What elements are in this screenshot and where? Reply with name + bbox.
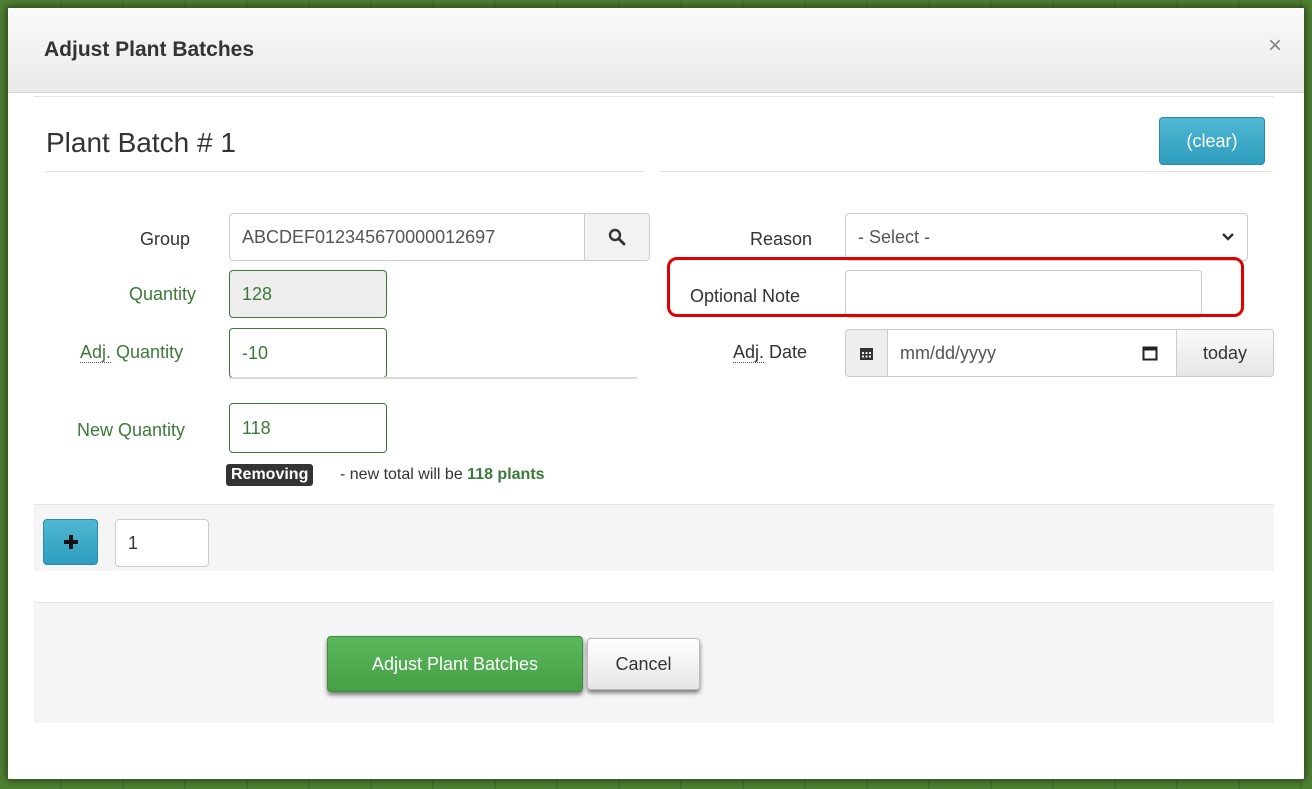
adj-date-abbr: Adj. xyxy=(733,342,765,363)
adj-quantity-value: -10 xyxy=(242,342,269,363)
group-search-button[interactable] xyxy=(584,213,650,261)
modal-header: Adjust Plant Batches × xyxy=(8,8,1304,93)
search-icon xyxy=(608,228,626,246)
adjust-plant-batches-button[interactable]: Adjust Plant Batches xyxy=(327,636,583,692)
adj-date-label: Adj. Date xyxy=(733,342,807,363)
cancel-button[interactable]: Cancel xyxy=(587,638,700,690)
new-total-help: - new total will be 118 plants xyxy=(340,466,545,484)
chevron-down-icon xyxy=(1222,233,1234,241)
highlight-box xyxy=(667,257,1244,317)
divider-left xyxy=(46,171,644,172)
adj-quantity-label-rest: Quantity xyxy=(111,342,184,362)
batch-count-value: 1 xyxy=(128,532,139,553)
date-picker-icon[interactable] xyxy=(1142,345,1158,361)
quantity-field: 128 xyxy=(229,270,387,318)
quantity-value: 128 xyxy=(242,283,273,304)
adj-quantity-input[interactable]: -10 xyxy=(229,328,387,378)
clear-button[interactable]: (clear) xyxy=(1159,117,1265,165)
calc-separator xyxy=(229,377,637,379)
group-input-value: ABCDEF012345670000012697 xyxy=(242,226,496,247)
adj-date-placeholder: mm/dd/yyyy xyxy=(900,342,997,363)
today-button[interactable]: today xyxy=(1176,329,1274,377)
reason-selected: - Select - xyxy=(858,226,931,247)
divider-right xyxy=(660,171,1272,172)
new-quantity-field: 118 xyxy=(229,403,387,453)
adj-quantity-label: Adj. Quantity xyxy=(80,342,183,363)
repeat-row xyxy=(34,504,1274,571)
group-label: Group xyxy=(140,229,191,249)
calendar-icon xyxy=(860,347,873,360)
removing-badge: Removing xyxy=(226,464,314,486)
add-batch-button[interactable] xyxy=(43,519,98,565)
batch-title: Plant Batch # 1 xyxy=(46,127,236,158)
modal-title: Adjust Plant Batches xyxy=(44,38,255,61)
adj-date-label-rest: Date xyxy=(764,342,808,362)
reason-select[interactable]: - Select - xyxy=(845,213,1248,261)
new-quantity-label: New Quantity xyxy=(77,420,186,440)
reason-label: Reason xyxy=(750,229,813,249)
adj-quantity-abbr: Adj. xyxy=(80,342,112,363)
date-addon xyxy=(845,329,888,377)
group-input[interactable]: ABCDEF012345670000012697 xyxy=(229,213,585,261)
batch-count-input[interactable]: 1 xyxy=(115,519,209,567)
new-total-text: - new total will be xyxy=(340,466,468,483)
new-quantity-value: 118 xyxy=(242,417,271,438)
adj-date-input[interactable]: mm/dd/yyyy xyxy=(887,329,1177,377)
plus-icon xyxy=(63,535,78,549)
close-icon[interactable]: × xyxy=(1268,34,1282,58)
quantity-label: Quantity xyxy=(129,284,197,304)
new-total-strong: 118 plants xyxy=(467,466,545,483)
